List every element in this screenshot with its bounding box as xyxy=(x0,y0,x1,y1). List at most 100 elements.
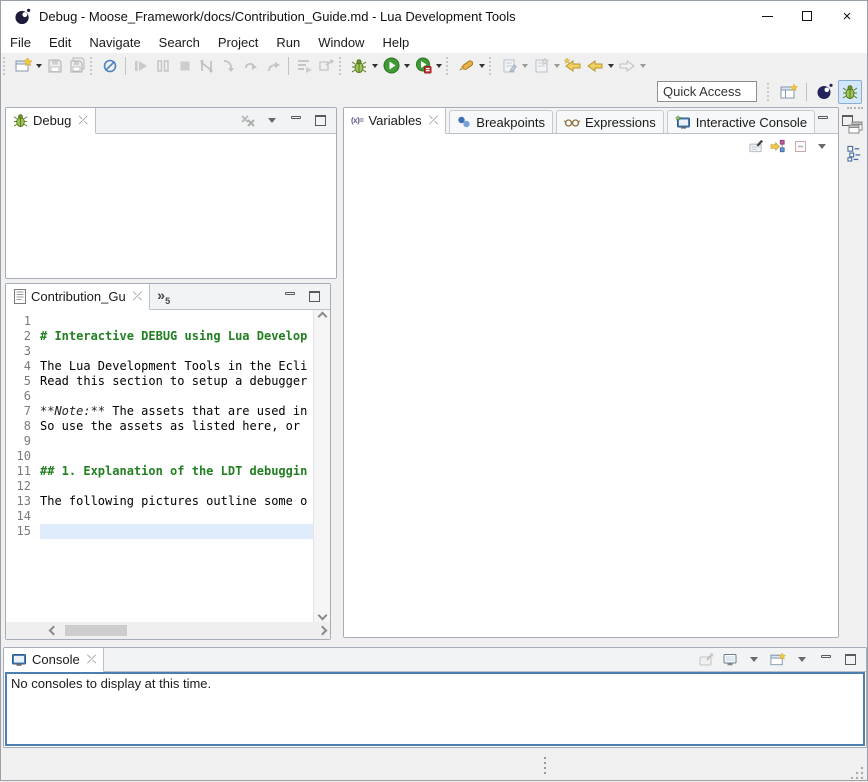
new-untitled-file-dropdown[interactable] xyxy=(552,55,562,77)
suspend-button[interactable] xyxy=(152,55,174,77)
variables-content[interactable] xyxy=(344,158,838,637)
line-text[interactable] xyxy=(40,344,313,359)
toolbar-drag-handle[interactable] xyxy=(3,57,10,75)
debug-view-minimize-button[interactable] xyxy=(288,113,304,129)
terminate-button[interactable] xyxy=(174,55,196,77)
tab-expressions[interactable]: Expressions xyxy=(556,110,664,133)
tab-contribution-guide[interactable]: Contribution_Gu ⤫ xyxy=(6,284,150,310)
horizontal-scroll-thumb[interactable] xyxy=(65,625,127,636)
editor-vertical-scrollbar[interactable] xyxy=(313,310,330,622)
line-text[interactable]: ## 1. Explanation of the LDT debuggin xyxy=(40,464,313,479)
editor-body[interactable]: 12# Interactive DEBUG using Lua Develop3… xyxy=(6,310,330,622)
line-text[interactable] xyxy=(40,314,313,329)
tab-interactive-console[interactable]: Interactive Console xyxy=(667,110,815,133)
last-edit-location-button[interactable] xyxy=(562,55,584,77)
menu-navigate[interactable]: Navigate xyxy=(80,33,149,52)
back-dropdown[interactable] xyxy=(606,55,616,77)
menu-help[interactable]: Help xyxy=(373,33,418,52)
editor-line[interactable]: 5Read this section to setup a debugger xyxy=(44,374,313,389)
tab-variables-close-icon[interactable]: ⤫ xyxy=(429,113,439,128)
new-wizard-dropdown[interactable] xyxy=(34,55,44,77)
editor-line[interactable]: 10 xyxy=(44,449,313,464)
close-window-button[interactable]: × xyxy=(827,1,867,31)
perspective-debug-button[interactable] xyxy=(838,80,862,104)
open-search-button[interactable] xyxy=(455,55,477,77)
save-button[interactable] xyxy=(44,55,66,77)
editor-line[interactable]: 8So use the assets as listed here, or xyxy=(44,419,313,434)
line-text[interactable]: # Interactive DEBUG using Lua Develop xyxy=(40,329,313,344)
console-maximize-button[interactable] xyxy=(842,652,858,668)
new-untitled-file-button[interactable] xyxy=(530,55,552,77)
editor-line[interactable]: 11## 1. Explanation of the LDT debuggin xyxy=(44,464,313,479)
open-console-button[interactable] xyxy=(770,652,786,668)
editor-line[interactable]: 15 xyxy=(44,524,313,539)
tab-debug[interactable]: Debug ⤫ xyxy=(6,108,96,134)
show-logical-structures-button[interactable] xyxy=(770,138,786,154)
editor-line[interactable]: 9 xyxy=(44,434,313,449)
quick-access-input[interactable]: Quick Access xyxy=(657,81,757,102)
new-wizard-button[interactable] xyxy=(12,55,34,77)
display-selected-console-button[interactable] xyxy=(722,652,738,668)
line-text[interactable]: The following pictures outline some o xyxy=(40,494,313,509)
editor-line[interactable]: 6 xyxy=(44,389,313,404)
debug-button[interactable] xyxy=(348,55,370,77)
editor-line[interactable]: 2# Interactive DEBUG using Lua Develop xyxy=(44,329,313,344)
tab-debug-close-icon[interactable]: ⤫ xyxy=(78,113,88,128)
editor-horizontal-scrollbar[interactable] xyxy=(6,622,330,639)
disconnect-button[interactable] xyxy=(196,55,218,77)
pin-console-button[interactable] xyxy=(698,652,714,668)
scroll-right-icon[interactable] xyxy=(318,626,328,636)
skip-all-breakpoints-button[interactable] xyxy=(99,55,121,77)
editor-line[interactable]: 14 xyxy=(44,509,313,524)
line-text[interactable]: The Lua Development Tools in the Ecli xyxy=(40,359,313,374)
tab-breakpoints[interactable]: Breakpoints xyxy=(449,110,553,133)
editor-line[interactable]: 7**Note:** The assets that are used in xyxy=(44,404,313,419)
menu-window[interactable]: Window xyxy=(309,33,373,52)
step-over-button[interactable] xyxy=(240,55,262,77)
tab-console[interactable]: Console ⤫ xyxy=(4,648,104,672)
show-type-names-button[interactable] xyxy=(748,138,764,154)
toolbar-drag-handle[interactable] xyxy=(339,57,346,75)
line-text[interactable]: Read this section to setup a debugger xyxy=(40,374,313,389)
line-text[interactable] xyxy=(40,509,313,524)
tab-console-close-icon[interactable]: ⤫ xyxy=(87,652,97,667)
scroll-left-icon[interactable] xyxy=(49,626,59,636)
editor-line[interactable]: 4The Lua Development Tools in the Ecli xyxy=(44,359,313,374)
toolbar-drag-handle[interactable] xyxy=(446,57,453,75)
scroll-up-icon[interactable] xyxy=(317,312,327,322)
window-resize-grip[interactable] xyxy=(851,766,864,779)
debug-view-maximize-button[interactable] xyxy=(312,113,328,129)
forward-button[interactable] xyxy=(616,55,638,77)
run-external-tools-button[interactable] xyxy=(412,55,434,77)
new-task-button[interactable] xyxy=(498,55,520,77)
outline-view-button[interactable] xyxy=(847,145,863,161)
display-selected-console-dropdown[interactable] xyxy=(746,652,762,668)
step-into-button[interactable] xyxy=(218,55,240,77)
remove-all-terminated-button[interactable] xyxy=(240,113,256,129)
menu-run[interactable]: Run xyxy=(267,33,309,52)
editor-line[interactable]: 1 xyxy=(44,314,313,329)
resume-button[interactable] xyxy=(130,55,152,77)
editor-maximize-button[interactable] xyxy=(306,289,322,305)
run-dropdown[interactable] xyxy=(402,55,412,77)
statusbar-drag-handle[interactable] xyxy=(544,757,546,774)
tab-variables[interactable]: (x)= Variables ⤫ xyxy=(344,108,446,134)
collapse-all-button[interactable] xyxy=(792,138,808,154)
save-all-button[interactable] xyxy=(66,55,88,77)
run-external-tools-dropdown[interactable] xyxy=(434,55,444,77)
editor-tab-overflow-chevron[interactable]: »5 xyxy=(150,284,177,309)
line-text[interactable] xyxy=(40,479,313,494)
menu-search[interactable]: Search xyxy=(150,33,209,52)
trim-drag-handle[interactable] xyxy=(847,107,863,109)
open-console-dropdown[interactable] xyxy=(794,652,810,668)
debug-view-menu-icon[interactable] xyxy=(264,113,280,129)
use-step-filters-button[interactable] xyxy=(293,55,315,77)
menu-edit[interactable]: Edit xyxy=(40,33,80,52)
step-return-button[interactable] xyxy=(262,55,284,77)
open-perspective-button[interactable] xyxy=(777,80,801,104)
back-button[interactable] xyxy=(584,55,606,77)
toolbar-drag-handle[interactable] xyxy=(90,57,97,75)
line-text[interactable]: So use the assets as listed here, or xyxy=(40,419,313,434)
open-search-dropdown[interactable] xyxy=(477,55,487,77)
tab-contribution-guide-close-icon[interactable]: ⤫ xyxy=(133,289,143,304)
